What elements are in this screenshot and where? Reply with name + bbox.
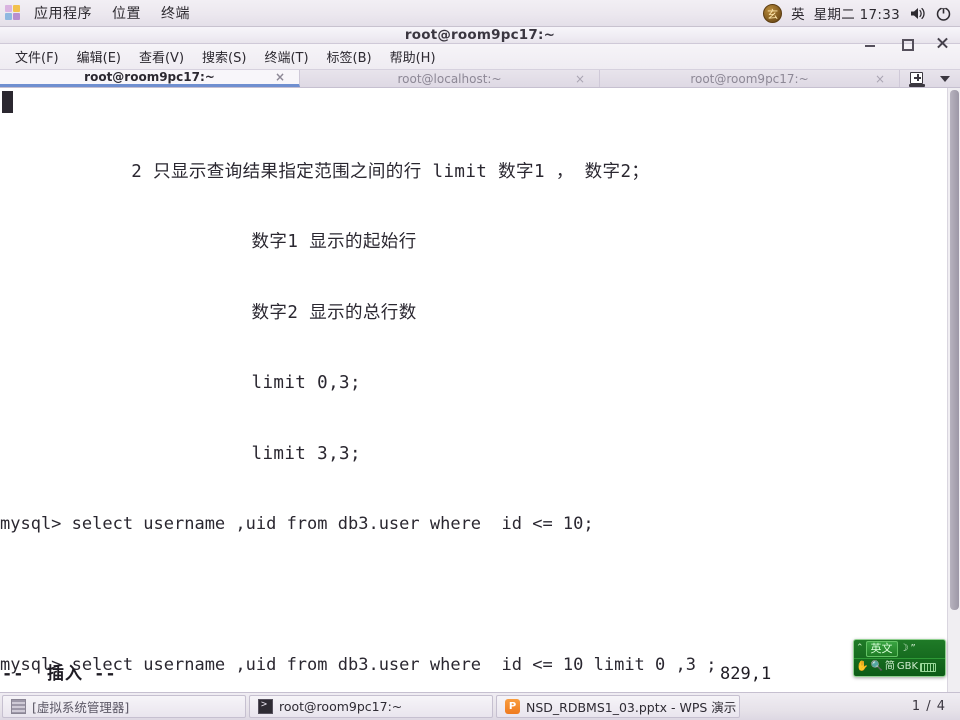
terminal-line: limit 3,3; [0,443,361,464]
chevron-down-icon[interactable] [940,75,950,82]
terminal-screen[interactable]: 2 只显示查询结果指定范围之间的行 limit 数字1 ， 数字2； 数字1 显… [0,88,947,692]
hand-icon[interactable]: ✋ [856,662,868,672]
tab-1[interactable]: root@localhost:~ × [300,70,600,87]
terminal-icon [258,699,273,714]
terminal-line: 数字2 显示的总行数 [0,302,417,323]
vim-status-line: -- 插入 -- 829,1 [0,663,947,687]
menu-edit[interactable]: 编辑(E) [68,44,130,69]
taskbar-item-label: [虚拟系统管理器] [32,700,130,715]
virt-manager-icon [11,699,26,714]
cursor-block [2,91,13,113]
taskbar-item-wps[interactable]: P NSD_RDBMS1_03.pptx - WPS 演示 [496,695,740,718]
terminal-line: limit 0,3; [0,373,361,393]
terminal-line: 数字1 显示的起始行 [0,232,417,252]
window-title: root@room9pc17:~ [404,27,556,43]
power-icon[interactable] [935,5,952,22]
ime-floating-panel[interactable]: ⌃ 英文 ☽ ” ✋ 🔍 简 GBK [853,639,946,677]
terminal-scrollbar[interactable] [947,88,960,692]
panel-menus: 应用程序 位置 终端 [0,0,200,26]
taskbar-item-label: root@room9pc17:~ [279,699,403,714]
menu-view[interactable]: 查看(V) [130,44,193,69]
search-icon[interactable]: 🔍 [870,662,882,672]
tab-label: root@localhost:~ [397,71,502,86]
tab-close-icon[interactable]: × [875,72,885,86]
tab-label: root@room9pc17:~ [84,70,215,84]
ime-mode-label[interactable]: 简 [885,662,895,672]
scrollbar-thumb[interactable] [950,90,959,610]
ime-language-label[interactable]: 英文 [865,640,898,657]
ime-panel-bottom-row: ✋ 🔍 简 GBK [854,659,945,677]
close-button[interactable] [934,35,950,51]
input-method-icon[interactable]: 玄 [763,3,783,23]
terminal-tabbar: root@room9pc17:~ × root@localhost:~ × ro… [0,70,960,88]
menu-terminal-menu[interactable]: 终端(T) [255,44,317,69]
menu-tabs[interactable]: 标签(B) [318,44,381,69]
menu-file[interactable]: 文件(F) [6,44,68,69]
ime-panel-top-row: ⌃ 英文 ☽ ” [854,640,945,659]
chevron-up-icon[interactable]: ⌃ [856,644,864,653]
screen: 应用程序 位置 终端 玄 英 星期二 17:33 root@room9pc17:… [0,0,960,720]
terminal-body[interactable]: 2 只显示查询结果指定范围之间的行 limit 数字1 ， 数字2； 数字1 显… [0,88,960,692]
new-tab-icon[interactable] [909,71,926,87]
wps-icon: P [505,699,520,714]
terminal-line: mysql> select username ,uid from db3.use… [0,514,594,534]
terminal-menubar: 文件(F) 编辑(E) 查看(V) 搜索(S) 终端(T) 标签(B) 帮助(H… [0,44,960,70]
terminal-window: root@room9pc17:~ 文件(F) 编辑(E) 查看(V) 搜索(S)… [0,27,960,692]
tab-close-icon[interactable]: × [575,72,585,86]
menu-search[interactable]: 搜索(S) [193,44,255,69]
menu-places[interactable]: 位置 [102,1,151,25]
quote-icon[interactable]: ” [911,643,916,654]
clock[interactable]: 星期二 17:33 [814,3,900,23]
terminal-line: 2 只显示查询结果指定范围之间的行 limit 数字1 ， 数字2； [0,161,650,182]
menu-applications[interactable]: 应用程序 [24,1,102,25]
tabbar-actions [900,70,960,87]
gnome-top-panel: 应用程序 位置 终端 玄 英 星期二 17:33 [0,0,960,27]
maximize-button[interactable] [898,35,914,51]
ime-language-badge[interactable]: 英 [791,3,805,23]
volume-icon[interactable] [909,5,926,22]
ime-encoding-label[interactable]: GBK [897,662,918,672]
tab-close-icon[interactable]: × [275,70,285,84]
tab-label: root@room9pc17:~ [690,71,809,86]
taskbar-item-label: NSD_RDBMS1_03.pptx - WPS 演示 [526,700,737,715]
taskbar: [虚拟系统管理器] root@room9pc17:~ P NSD_RDBMS1_… [0,692,960,720]
vim-mode-indicator: -- 插入 -- [2,663,117,684]
workspace-indicator[interactable]: 1 / 4 [912,699,958,714]
tab-0[interactable]: root@room9pc17:~ × [0,70,300,87]
panel-tray: 玄 英 星期二 17:33 [763,0,960,26]
vim-cursor-position: 829,1 [720,663,772,684]
window-controls [862,27,950,59]
gnome-foot-icon[interactable] [5,5,21,21]
taskbar-item-virt-manager[interactable]: [虚拟系统管理器] [2,695,246,718]
menu-terminal[interactable]: 终端 [151,1,200,25]
moon-icon[interactable]: ☽ [900,643,909,654]
minimize-button[interactable] [862,35,878,51]
window-titlebar[interactable]: root@room9pc17:~ [0,27,960,51]
menu-help[interactable]: 帮助(H) [381,44,445,69]
tab-2[interactable]: root@room9pc17:~ × [600,70,900,87]
keyboard-icon[interactable] [920,662,937,672]
taskbar-item-terminal[interactable]: root@room9pc17:~ [249,695,493,718]
